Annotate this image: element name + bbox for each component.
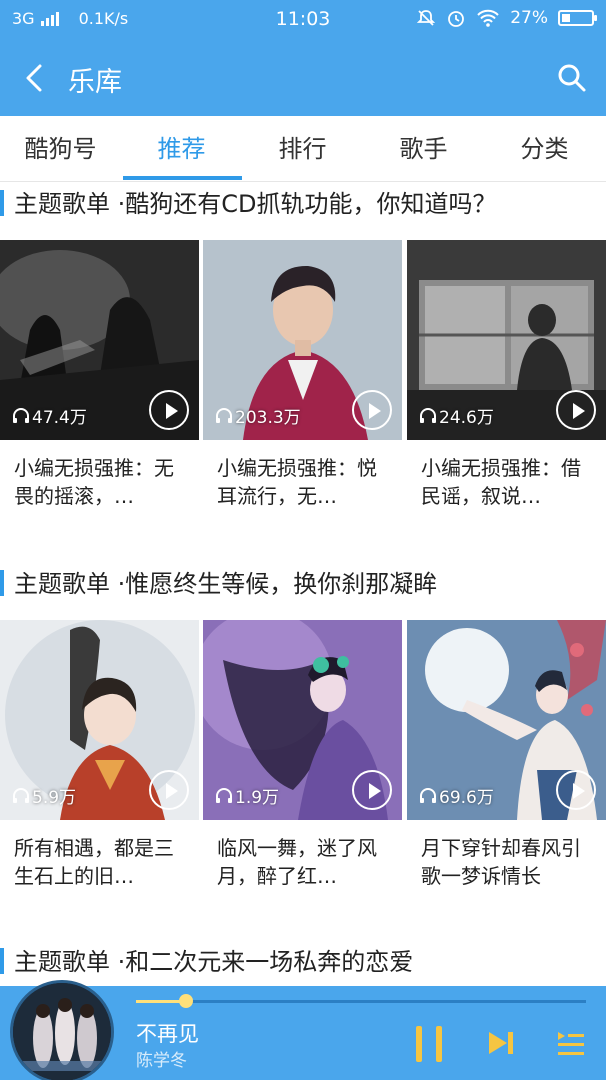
- alarm-icon: [448, 11, 465, 27]
- section-playlists-2: 主题歌单 ·惟愿终生等候，换你刹那凝眸 5.9万 所有相遇，都是三生石上的旧…: [0, 562, 606, 922]
- playlist-title[interactable]: 小编无损强推：无畏的摇滚，…: [0, 454, 199, 510]
- playlist-cover[interactable]: 47.4万: [0, 240, 199, 440]
- headphones-icon: [216, 407, 232, 423]
- section-title: 主题歌单 ·惟愿终生等候，换你刹那凝眸: [14, 564, 437, 599]
- play-count-value: 69.6万: [439, 788, 494, 808]
- pause-icon[interactable]: [414, 1026, 444, 1062]
- playlist-cover[interactable]: 1.9万: [203, 620, 402, 820]
- section-marker: [0, 190, 4, 216]
- tab-ranking[interactable]: 排行: [242, 116, 363, 182]
- play-icon[interactable]: [149, 770, 189, 810]
- mini-player[interactable]: 不再见 陈学冬: [0, 980, 606, 1080]
- tab-categories[interactable]: 分类: [484, 116, 605, 182]
- progress-bar[interactable]: [136, 1000, 586, 1003]
- song-title: 不再见: [136, 1022, 199, 1046]
- section-subtitle: ·酷狗还有CD抓轨功能，你知道吗？: [117, 190, 497, 218]
- play-count-value: 1.9万: [235, 788, 280, 808]
- playlist-title[interactable]: 临风一舞，迷了风月，醉了红…: [203, 834, 402, 890]
- mute-icon: [417, 10, 436, 26]
- section-header[interactable]: 主题歌单 ·和二次元来一场私奔的恋爱: [0, 940, 606, 980]
- play-count-value: 203.3万: [235, 408, 301, 428]
- section-title: 主题歌单 ·酷狗还有CD抓轨功能，你知道吗？: [14, 184, 497, 219]
- tab-recommend[interactable]: 推荐: [121, 116, 242, 182]
- playlist-cover[interactable]: 5.9万: [0, 620, 199, 820]
- section-marker: [0, 570, 4, 596]
- section-subtitle: ·和二次元来一场私奔的恋爱: [117, 948, 414, 976]
- playlist-card[interactable]: 203.3万 小编无损强推：悦耳流行，无…: [203, 240, 402, 510]
- playlist-card[interactable]: 47.4万 小编无损强推：无畏的摇滚，…: [0, 240, 199, 510]
- play-icon[interactable]: [556, 770, 596, 810]
- play-count: 47.4万: [12, 403, 87, 428]
- section-title: 主题歌单 ·和二次元来一场私奔的恋爱: [14, 942, 413, 977]
- section-marker: [0, 948, 4, 974]
- section-header[interactable]: 主题歌单 ·酷狗还有CD抓轨功能，你知道吗？: [0, 182, 606, 222]
- section-subtitle: ·惟愿终生等候，换你刹那凝眸: [117, 570, 438, 598]
- headphones-icon: [216, 787, 232, 803]
- headphones-icon: [420, 407, 436, 423]
- play-icon[interactable]: [149, 390, 189, 430]
- album-cover-image: [13, 983, 111, 1080]
- status-icons: 27%: [416, 8, 597, 28]
- tab-singers[interactable]: 歌手: [363, 116, 484, 182]
- headphones-icon: [420, 787, 436, 803]
- play-count-value: 24.6万: [439, 408, 494, 428]
- battery-icon: [558, 10, 597, 26]
- play-count-value: 5.9万: [32, 788, 77, 808]
- play-count: 24.6万: [419, 403, 494, 428]
- app-bar: 乐库: [0, 40, 606, 116]
- playlist-cover[interactable]: 24.6万: [407, 240, 606, 440]
- play-icon[interactable]: [352, 770, 392, 810]
- battery-percent: 27%: [510, 8, 548, 28]
- section-header[interactable]: 主题歌单 ·惟愿终生等候，换你刹那凝眸: [0, 562, 606, 602]
- section-label: 主题歌单: [14, 948, 110, 976]
- song-artist: 陈学冬: [136, 1051, 187, 1071]
- play-icon[interactable]: [556, 390, 596, 430]
- play-count: 1.9万: [215, 783, 279, 808]
- back-arrow-icon[interactable]: [20, 62, 52, 94]
- headphones-icon: [13, 407, 29, 423]
- headphones-icon: [13, 787, 29, 803]
- play-icon[interactable]: [352, 390, 392, 430]
- playlist-title[interactable]: 月下穿针却春风引歌一梦诉情长: [407, 834, 606, 890]
- play-count: 203.3万: [215, 403, 301, 428]
- tab-active-indicator: [123, 176, 242, 180]
- search-icon[interactable]: [556, 62, 588, 94]
- section-label: 主题歌单: [14, 190, 110, 218]
- wifi-icon: [477, 9, 499, 27]
- playlist-cover[interactable]: 203.3万: [203, 240, 402, 440]
- playlist-card[interactable]: 1.9万 临风一舞，迷了风月，醉了红…: [203, 620, 402, 890]
- next-track-icon[interactable]: [486, 1028, 516, 1058]
- playlist-title[interactable]: 小编无损强推：悦耳流行，无…: [203, 454, 402, 510]
- progress-knob[interactable]: [179, 994, 193, 1008]
- tab-kugou-hao[interactable]: 酷狗号: [0, 116, 121, 182]
- playlist-card[interactable]: 5.9万 所有相遇，都是三生石上的旧…: [0, 620, 199, 890]
- play-count: 5.9万: [12, 783, 76, 808]
- play-count-value: 47.4万: [32, 408, 87, 428]
- playlist-card[interactable]: 69.6万 月下穿针却春风引歌一梦诉情长: [407, 620, 606, 890]
- page-title: 乐库: [68, 67, 122, 98]
- playlist-title[interactable]: 小编无损强推：借民谣，叙说…: [407, 454, 606, 510]
- playlist-cover[interactable]: 69.6万: [407, 620, 606, 820]
- playlist-title[interactable]: 所有相遇，都是三生石上的旧…: [0, 834, 199, 890]
- section-playlists-1: 主题歌单 ·酷狗还有CD抓轨功能，你知道吗？ 47.4万 小编无损强推：无畏的摇…: [0, 182, 606, 542]
- playlist-card[interactable]: 24.6万 小编无损强推：借民谣，叙说…: [407, 240, 606, 510]
- playlist-icon[interactable]: [556, 1028, 586, 1058]
- section-label: 主题歌单: [14, 570, 110, 598]
- play-count: 69.6万: [419, 783, 494, 808]
- album-art[interactable]: [10, 980, 114, 1080]
- section-playlists-3: 主题歌单 ·和二次元来一场私奔的恋爱: [0, 940, 606, 986]
- status-bar: 3G 0.1K/s 11:03 27%: [0, 0, 606, 40]
- tab-bar: 酷狗号 推荐 排行 歌手 分类: [0, 116, 606, 182]
